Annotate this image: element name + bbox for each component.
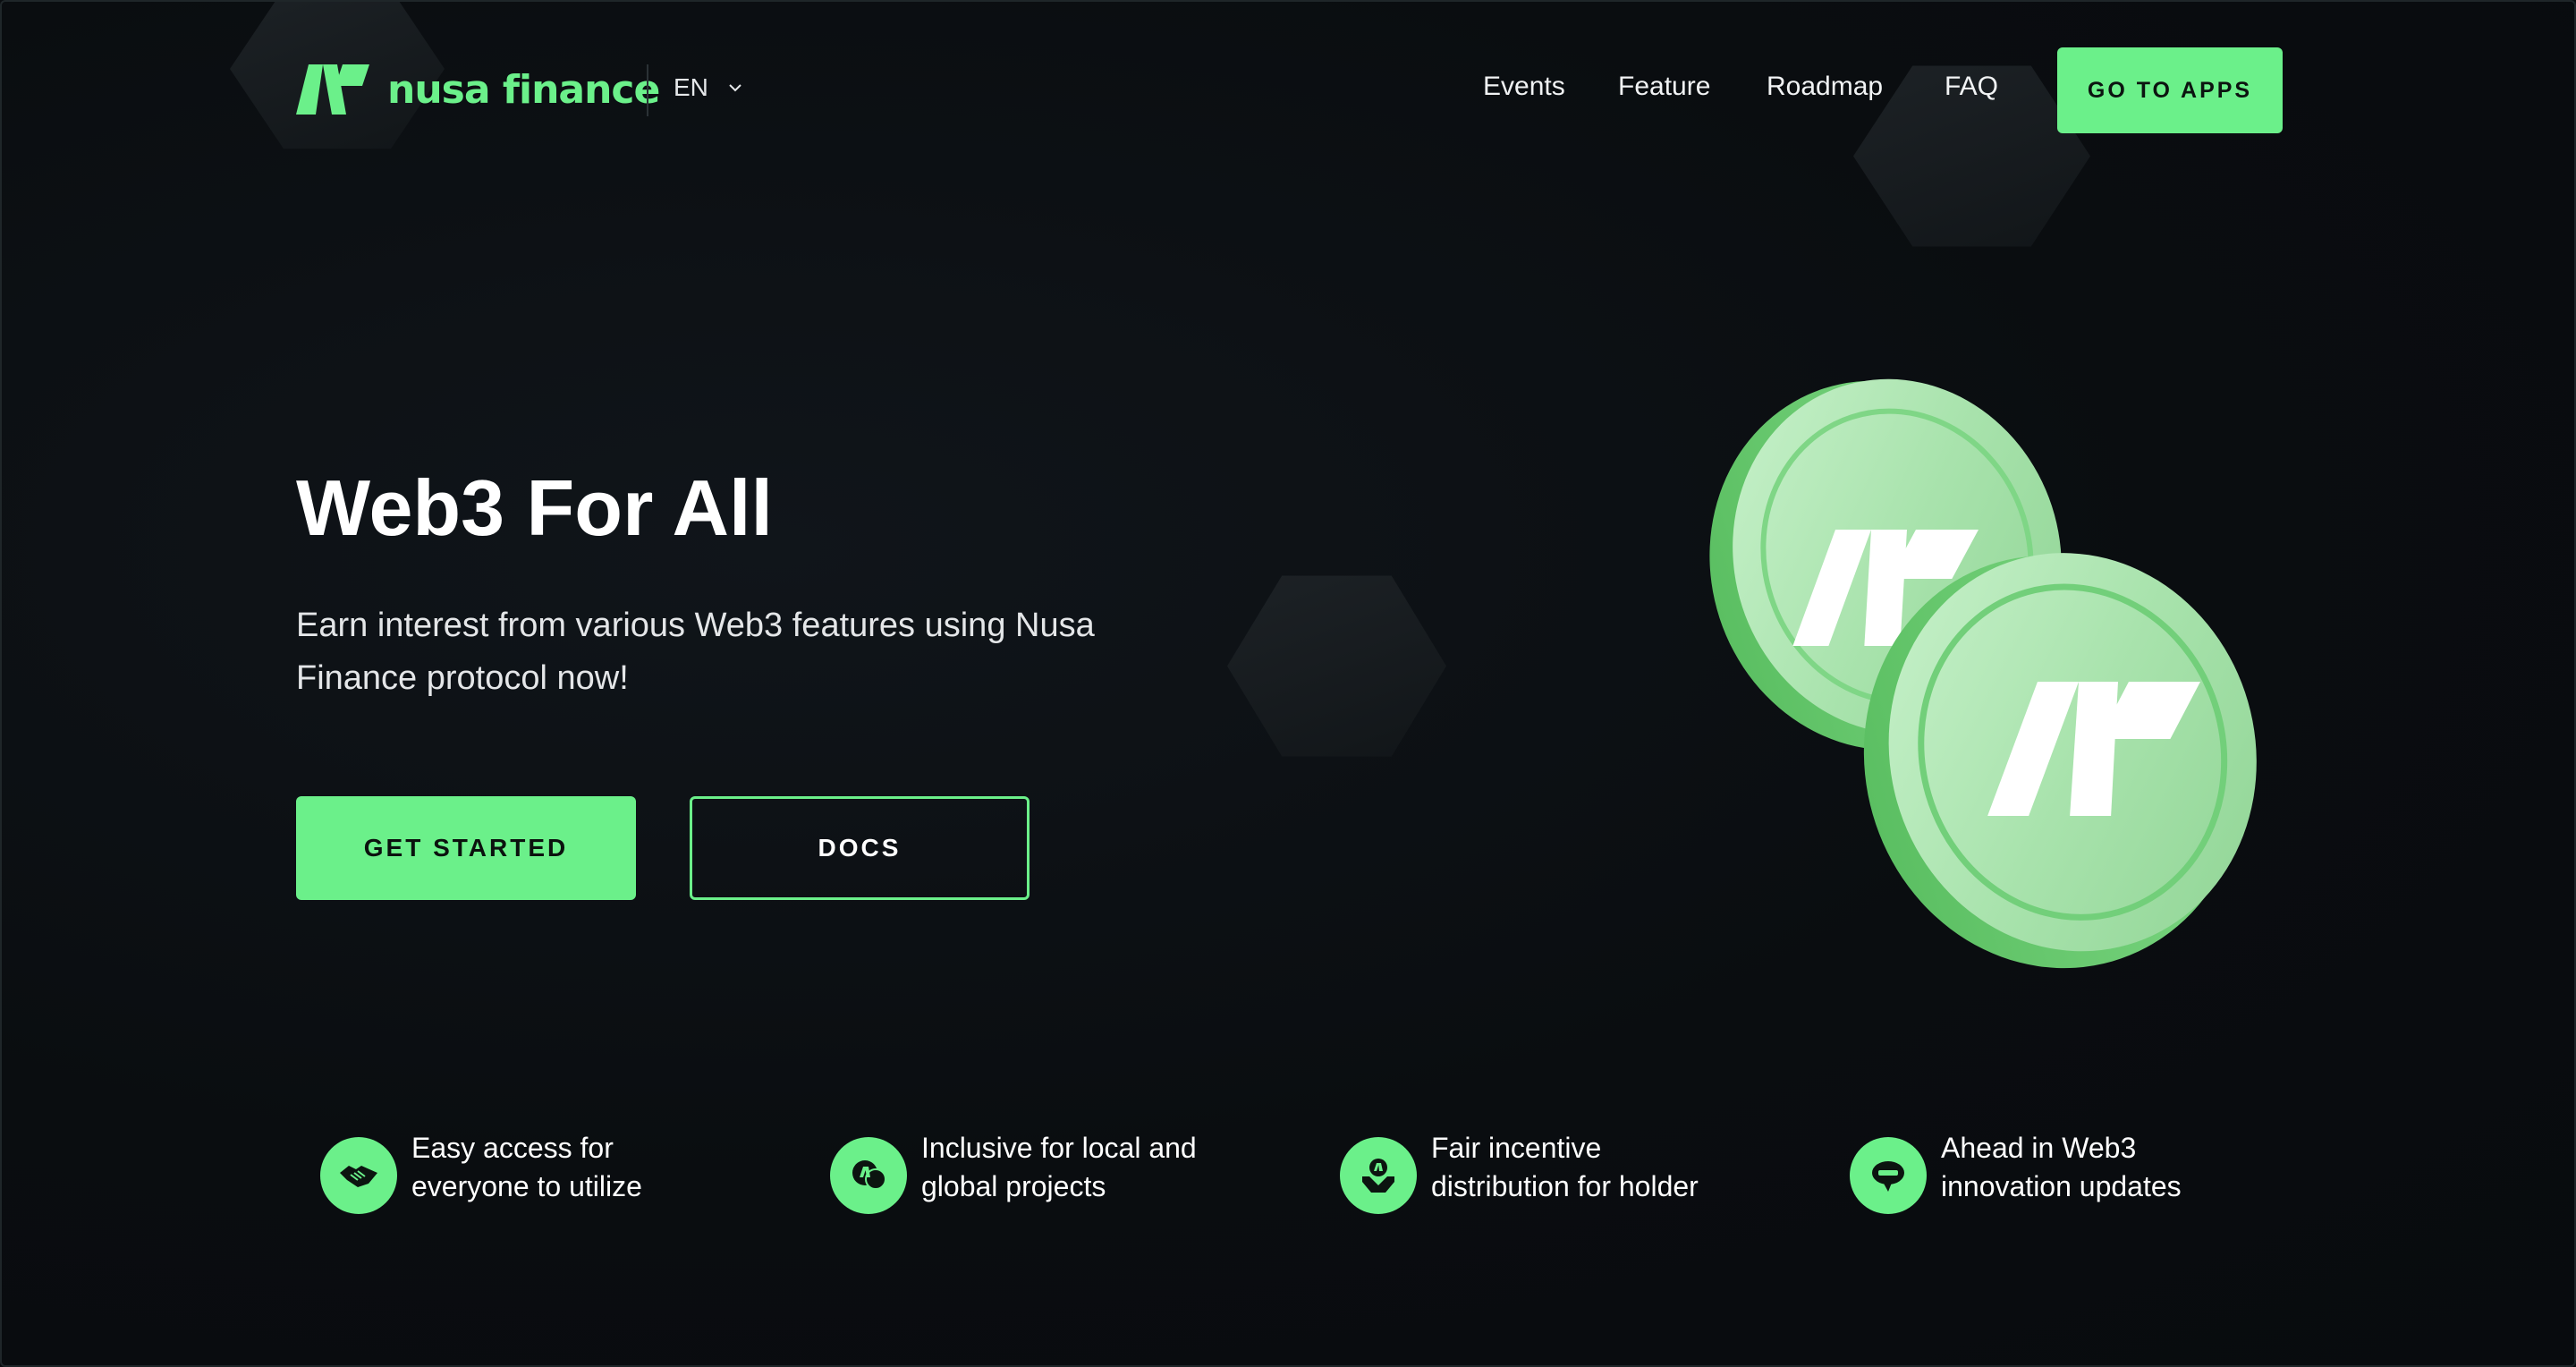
- decorative-hexagon: [1227, 575, 1446, 757]
- hero-subtitle-line: Finance protocol now!: [296, 659, 629, 697]
- nusa-logo-icon: [296, 64, 369, 115]
- feature-highlights: Easy access for everyone to utilize Incl…: [2, 1129, 2574, 1218]
- nav-link-roadmap[interactable]: Roadmap: [1767, 72, 1883, 102]
- nav-link-feature[interactable]: Feature: [1618, 72, 1710, 102]
- hands-giving-icon: [1340, 1137, 1417, 1214]
- site-header: nusa finance EN Events Feature Roadmap F…: [2, 2, 2574, 181]
- feature-text: Ahead in Web3 innovation updates: [1941, 1129, 2361, 1206]
- nav-link-events[interactable]: Events: [1483, 72, 1565, 102]
- feature-line: Inclusive for local and: [921, 1132, 1197, 1164]
- feature-line: distribution for holder: [1431, 1170, 1699, 1202]
- feature-line: global projects: [921, 1170, 1106, 1202]
- feature-text: Easy access for everyone to utilize: [411, 1129, 832, 1206]
- chevron-down-icon: [729, 84, 741, 92]
- get-started-button[interactable]: GET STARTED: [296, 796, 636, 900]
- feature-item: Inclusive for local and global projects: [830, 1129, 1342, 1214]
- hero-title: Web3 For All: [296, 463, 773, 552]
- docs-button[interactable]: DOCS: [690, 796, 1030, 900]
- feature-line: everyone to utilize: [411, 1170, 642, 1202]
- feature-line: innovation updates: [1941, 1170, 2182, 1202]
- brand-name: nusa finance: [387, 66, 660, 113]
- header-divider: [647, 64, 648, 116]
- brand-logo[interactable]: nusa finance: [296, 64, 660, 115]
- feature-line: Easy access for: [411, 1132, 614, 1164]
- landing-page: nusa finance EN Events Feature Roadmap F…: [0, 0, 2576, 1367]
- handshake-icon: [320, 1137, 397, 1214]
- nav-link-faq[interactable]: FAQ: [1945, 72, 1998, 102]
- feature-text: Fair incentive distribution for holder: [1431, 1129, 1852, 1206]
- feature-item: Easy access for everyone to utilize: [320, 1129, 832, 1214]
- chat-bubbles-icon: [830, 1137, 907, 1214]
- nusa-coins-illustration: [1709, 378, 2257, 969]
- feature-text: Inclusive for local and global projects: [921, 1129, 1342, 1206]
- feature-item: Ahead in Web3 innovation updates: [1850, 1129, 2361, 1214]
- language-selector[interactable]: EN: [674, 73, 742, 102]
- hero-subtitle-line: Earn interest from various Web3 features…: [296, 607, 1095, 644]
- language-label: EN: [674, 73, 708, 101]
- go-to-apps-button[interactable]: GO TO APPS: [2057, 47, 2283, 133]
- feature-line: Fair incentive: [1431, 1132, 1602, 1164]
- feature-line: Ahead in Web3: [1941, 1132, 2137, 1164]
- news-chat-icon: [1850, 1137, 1927, 1214]
- hero-subtitle: Earn interest from various Web3 features…: [296, 599, 1155, 705]
- feature-item: Fair incentive distribution for holder: [1340, 1129, 1852, 1214]
